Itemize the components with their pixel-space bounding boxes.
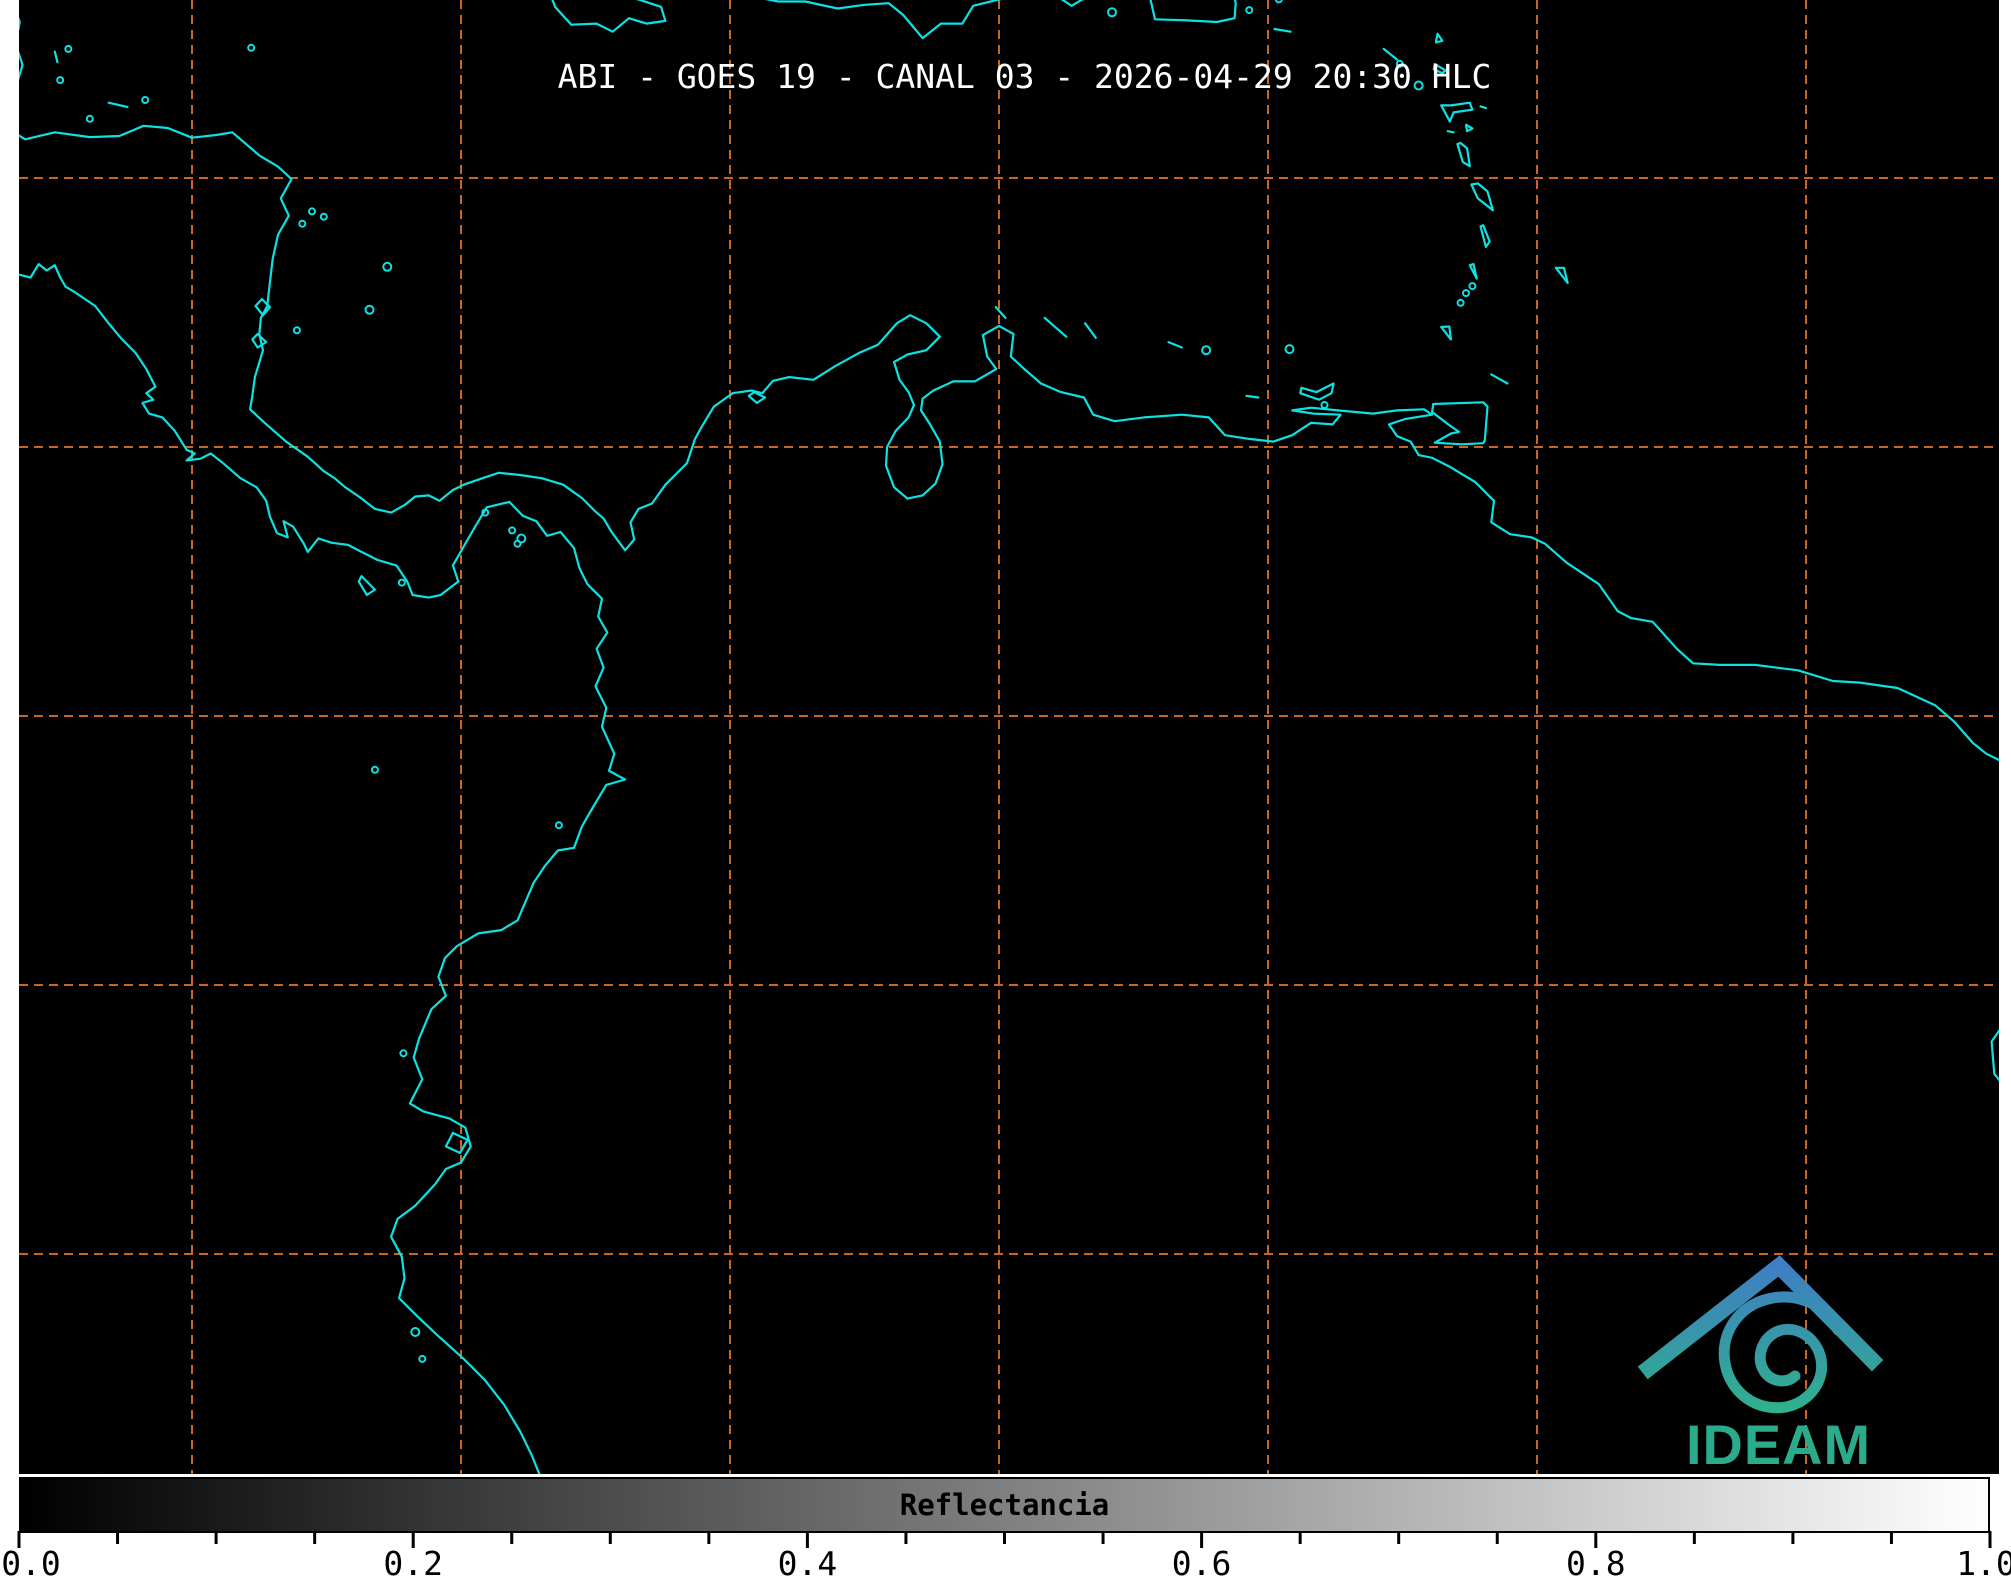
coastline-aruba — [994, 306, 1007, 319]
islet-pearl-island-3 — [513, 539, 522, 548]
islet-taboga — [481, 508, 490, 517]
island-guadeloupe — [1440, 101, 1474, 123]
islet-grenadine-1 — [1468, 282, 1477, 291]
coastline-bonaire — [1083, 322, 1097, 339]
island-margarita — [1299, 382, 1335, 401]
islet-mona — [1107, 7, 1117, 18]
reflectance-colorbar: Reflectancia — [19, 1477, 1990, 1533]
coastline-la-tortuga — [1245, 394, 1260, 399]
island-martinique — [1470, 182, 1495, 212]
coastline-los-roques — [1167, 341, 1184, 349]
island-barbados — [1554, 266, 1569, 284]
island-jamaica — [551, 0, 667, 33]
islet-miskito-cay-2 — [298, 219, 307, 228]
coastline-les-saintes — [1446, 130, 1455, 134]
island-grenada — [1440, 325, 1453, 341]
islet-pearl-island-1 — [508, 526, 517, 535]
ideam-spiral-icon — [1718, 1291, 1844, 1414]
islet-cebaco — [397, 578, 406, 587]
coastline-tobago — [1490, 373, 1509, 385]
island-hispaniola-south — [765, 0, 1084, 40]
ideam-logo: IDEAM — [1637, 1255, 1884, 1474]
image-title: ABI - GOES 19 - CANAL 03 - 2026-04-29 20… — [557, 57, 1492, 96]
islet-corn-island — [292, 326, 301, 335]
islet-virgin-islands — [1274, 0, 1283, 4]
satellite-image-page: { "title": { "text": "ABI - GOES 19 - CA… — [0, 0, 2011, 1577]
islet-coche — [1320, 401, 1329, 409]
colorbar-tick-label-0.8: 0.8 — [1566, 1544, 1626, 1577]
coastline-st-croix — [1273, 27, 1292, 33]
island-coiba — [357, 574, 376, 597]
islet-la-plata — [399, 1049, 408, 1058]
colorbar-tick-label-0.4: 0.4 — [778, 1544, 838, 1577]
coastline-pacific-mainland — [19, 263, 627, 1474]
coastlines-layer — [19, 0, 1999, 1474]
latlon-grid — [19, 0, 1999, 1474]
islet-grenadine-3 — [1456, 298, 1465, 307]
islet-lobos-de-afuera — [418, 1354, 427, 1363]
island-puerto-rico-south — [1149, 0, 1237, 24]
colorbar-tick-label-1.0: 1.0 — [1956, 1544, 2011, 1577]
islet-san-andres — [364, 304, 375, 315]
coastline-amazon-mouth-2 — [1990, 1028, 1999, 1082]
island-dominica — [1456, 141, 1471, 168]
island-bluefields-lagoon — [251, 332, 268, 349]
ideam-wordmark: IDEAM — [1686, 1413, 1871, 1474]
map-svg: IDEAM — [19, 0, 1999, 1474]
islet-vieques — [1245, 6, 1254, 15]
islet-la-orchila — [1201, 345, 1212, 356]
colorbar-tick-label-0.0: 0.0 — [1, 1544, 61, 1577]
islet-utila — [85, 114, 94, 123]
coastline-caribbean-mainland — [19, 124, 1999, 762]
colorbar-label: Reflectancia — [899, 1488, 1110, 1522]
colorbar-tick-label-0.6: 0.6 — [1172, 1544, 1232, 1577]
islet-lobos-de-tierra — [410, 1327, 421, 1337]
islet-miskito-cay-3 — [319, 212, 328, 221]
islet-gorgona — [554, 821, 563, 830]
islet-miskito-cay-1 — [308, 207, 316, 216]
island-st-vincent — [1468, 263, 1478, 280]
islet-la-blanquilla — [1284, 344, 1295, 355]
colorbar-tick-label-0.2: 0.2 — [383, 1544, 443, 1577]
island-st-lucia — [1479, 224, 1491, 248]
islet-providencia — [382, 261, 393, 272]
satellite-map-canvas: IDEAM — [19, 0, 1999, 1474]
coastline-curacao — [1043, 316, 1068, 338]
islet-grenadine-2 — [1462, 289, 1470, 298]
island-puna-island — [444, 1131, 469, 1155]
coastline-la-desirade — [1479, 105, 1488, 110]
island-marie-galante — [1464, 123, 1474, 133]
coastline-roatan — [107, 101, 129, 109]
islet-lighthouse-reef — [64, 44, 73, 53]
island-trinidad — [1430, 401, 1489, 446]
islet-malpelo — [370, 765, 379, 774]
islet-swan-island — [247, 43, 256, 52]
island-barbuda — [1434, 32, 1444, 44]
islet-guanaja — [141, 96, 150, 104]
